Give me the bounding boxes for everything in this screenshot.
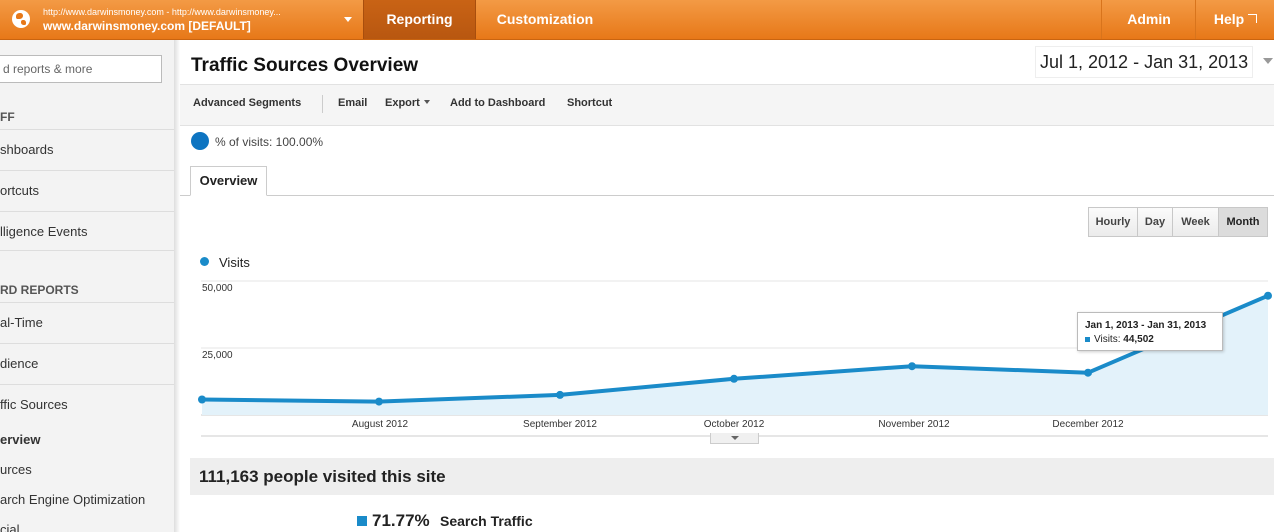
data-point-2[interactable] (556, 390, 564, 399)
data-point-6[interactable] (1264, 291, 1272, 300)
tooltip-marker (1085, 337, 1090, 342)
visits-chart (198, 280, 1272, 437)
search-traffic-percent: 71.77% (372, 511, 430, 530)
tooltip-label: Visits: (1094, 334, 1121, 345)
tooltip-date: Jan 1, 2013 - Jan 31, 2013 (1085, 320, 1207, 331)
data-point-1[interactable] (375, 397, 383, 406)
data-point-0[interactable] (198, 395, 206, 404)
tooltip-value: Visits: 44,502 (1094, 334, 1154, 345)
data-point-5[interactable] (1084, 368, 1092, 377)
data-point-4[interactable] (908, 362, 916, 371)
tab-overview[interactable]: Overview (190, 166, 267, 196)
visitors-summary: 111,163 people visited this site (190, 458, 1274, 495)
chart-tooltip: Jan 1, 2013 - Jan 31, 2013 Visits: 44,50… (1077, 312, 1223, 351)
data-point-3[interactable] (730, 374, 738, 383)
search-traffic-marker (357, 516, 367, 526)
search-traffic-label: Search Traffic (440, 513, 533, 529)
chart-collapse-toggle[interactable] (710, 433, 759, 444)
tooltip-number: 44,502 (1123, 334, 1154, 345)
